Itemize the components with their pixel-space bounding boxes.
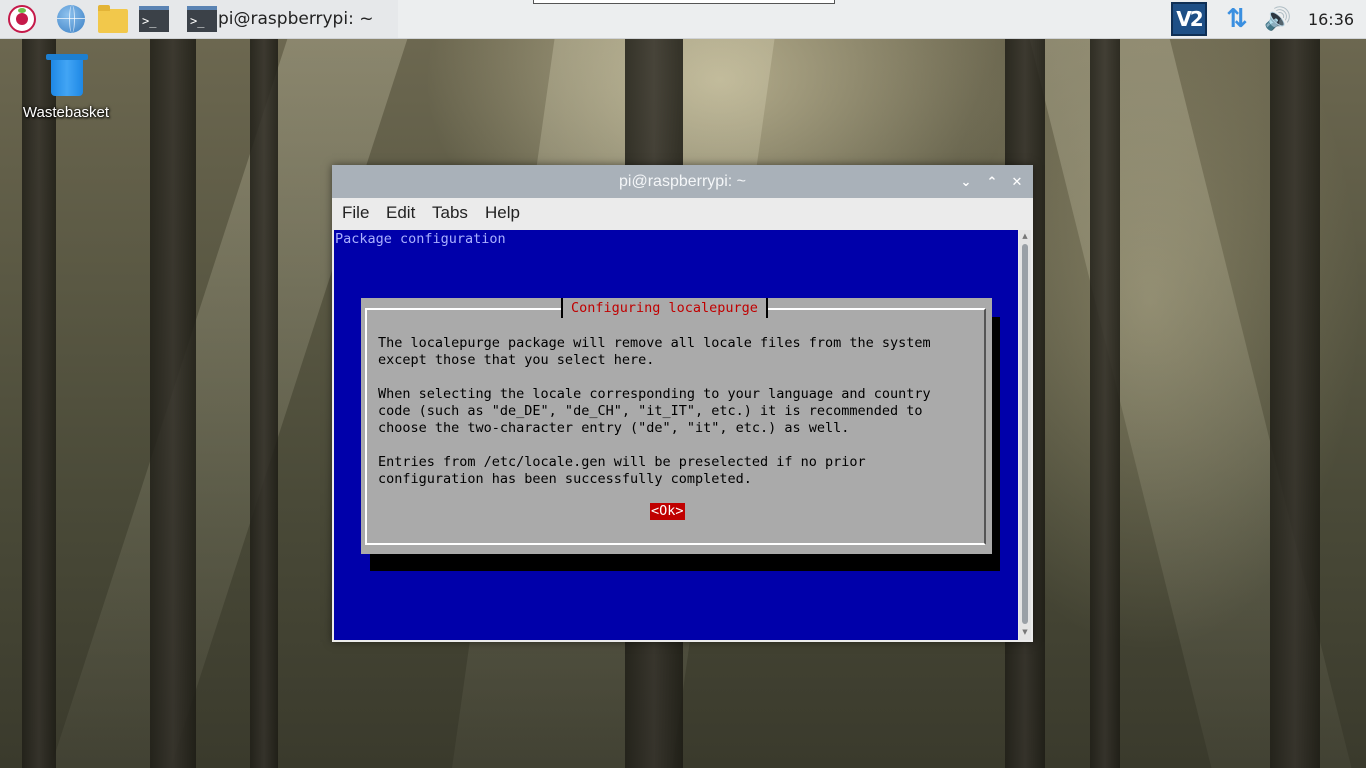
terminal-window: pi@raspberrypi: ~ ⌄ ⌃ ✕ File Edit Tabs H… <box>332 165 1033 642</box>
menu-help[interactable]: Help <box>485 203 520 223</box>
taskbar-window-label: pi@raspberrypi: ~ <box>218 9 374 29</box>
trash-icon <box>46 52 88 96</box>
close-icon[interactable]: ✕ <box>1008 173 1026 191</box>
taskbar-window-button[interactable]: >_ pi@raspberrypi: ~ <box>180 0 398 38</box>
dialog-paragraph-2: When selecting the locale corresponding … <box>378 386 931 436</box>
file-manager-icon[interactable] <box>97 3 129 35</box>
window-title: pi@raspberrypi: ~ <box>619 173 746 190</box>
terminal-area[interactable]: Package configuration Configuring locale… <box>334 230 1018 640</box>
ok-button[interactable]: <Ok> <box>650 503 685 520</box>
package-configuration-header: Package configuration <box>335 231 506 247</box>
menubar: File Edit Tabs Help <box>332 198 1033 228</box>
wastebasket-desktop-icon[interactable]: Wastebasket <box>10 52 122 132</box>
scrollbar-thumb[interactable] <box>1022 244 1028 624</box>
taskbar: >_ >_ pi@raspberrypi: ~ V2 ⇅ 🔊 16:36 <box>0 0 1366 39</box>
terminal-icon[interactable]: >_ <box>138 3 170 35</box>
clock[interactable]: 16:36 <box>1304 0 1358 38</box>
volume-icon[interactable]: 🔊 <box>1262 3 1294 35</box>
taskbar-empty-slot <box>533 0 835 4</box>
terminal-scrollbar[interactable]: ▲ ▼ <box>1019 230 1031 640</box>
scroll-down-icon[interactable]: ▼ <box>1021 628 1029 636</box>
web-browser-icon[interactable] <box>55 3 87 35</box>
localepurge-dialog: Configuring localepurge The localepurge … <box>361 298 992 554</box>
window-titlebar[interactable]: pi@raspberrypi: ~ ⌄ ⌃ ✕ <box>332 165 1033 198</box>
maximize-icon[interactable]: ⌃ <box>983 173 1001 191</box>
dialog-title: Configuring localepurge <box>561 298 768 318</box>
wastebasket-label: Wastebasket <box>22 104 110 121</box>
dialog-paragraph-3: Entries from /etc/locale.gen will be pre… <box>378 454 866 487</box>
menu-file[interactable]: File <box>342 203 369 223</box>
terminal-task-icon: >_ <box>186 3 218 35</box>
menu-edit[interactable]: Edit <box>386 203 415 223</box>
scroll-up-icon[interactable]: ▲ <box>1021 232 1029 240</box>
dialog-message: The localepurge package will remove all … <box>378 335 978 488</box>
network-icon[interactable]: ⇅ <box>1222 3 1252 35</box>
raspberry-pi-menu-icon[interactable] <box>6 3 38 35</box>
vnc-server-icon[interactable]: V2 <box>1171 2 1207 36</box>
minimize-icon[interactable]: ⌄ <box>957 173 975 191</box>
menu-tabs[interactable]: Tabs <box>432 203 468 223</box>
dialog-paragraph-1: The localepurge package will remove all … <box>378 335 931 368</box>
